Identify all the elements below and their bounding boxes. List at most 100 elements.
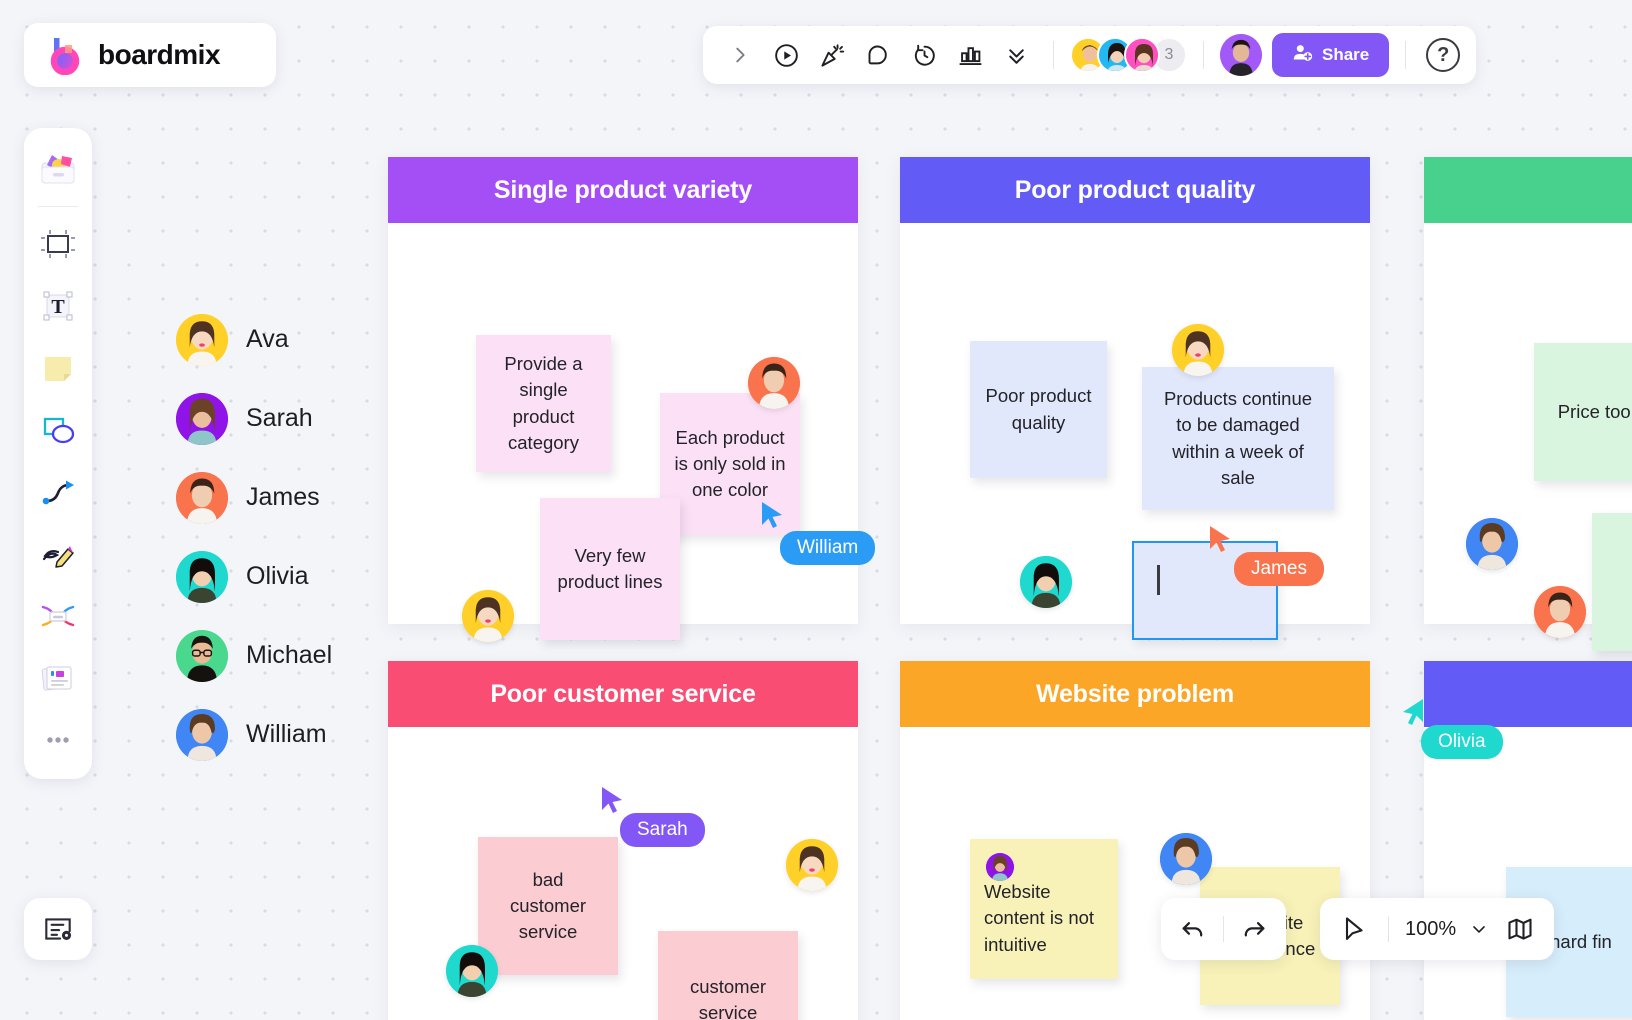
current-user-avatar[interactable] (1220, 34, 1262, 76)
minimap-icon[interactable] (1498, 907, 1542, 951)
board-title (1424, 661, 1632, 727)
note-author-avatar[interactable] (1020, 556, 1072, 608)
shapes-tool[interactable] (32, 401, 84, 459)
board-body[interactable]: bad customer service customer service (388, 727, 858, 1020)
more-tools-icon[interactable] (995, 34, 1037, 76)
help-icon[interactable]: ? (1426, 38, 1461, 72)
board-body[interactable]: Website content is not intuitive Website… (900, 727, 1370, 1020)
board-body[interactable]: Price too hi (1424, 223, 1632, 651)
sticky-note[interactable]: Poor product quality (970, 341, 1107, 478)
note-author-avatar[interactable] (1172, 324, 1224, 376)
user-name: Sarah (246, 404, 313, 432)
avatar (176, 708, 228, 761)
note-author-avatar[interactable] (446, 945, 498, 997)
list-item[interactable]: Michael (176, 616, 332, 695)
note-author-avatar[interactable] (1534, 586, 1586, 638)
list-item[interactable]: William (176, 695, 332, 774)
toolbar-divider (1223, 916, 1224, 942)
list-item[interactable]: Sarah (176, 379, 332, 458)
undo-redo-toolbar (1161, 898, 1286, 960)
toolbar-divider-3 (1405, 41, 1407, 69)
share-button[interactable]: Share (1272, 33, 1390, 77)
mindmap-tool[interactable] (32, 587, 84, 645)
text-tool[interactable]: T (32, 277, 84, 335)
cursor-arrow-icon (1403, 699, 1423, 725)
sticky-note[interactable]: bad customer service (478, 837, 618, 975)
cursor-arrow-icon (762, 502, 782, 528)
cursor-arrow-icon (602, 787, 622, 813)
text-cursor (1157, 565, 1160, 595)
left-toolbar: T (24, 128, 92, 779)
toolbar-divider-2 (1203, 41, 1204, 69)
board-title: Poor customer service (388, 661, 858, 727)
board-title: Website problem (900, 661, 1370, 727)
avatar (176, 471, 228, 524)
note-author-avatar[interactable] (786, 839, 838, 891)
board-outline-button[interactable] (24, 898, 92, 960)
note-text: customer service (689, 975, 767, 1020)
list-item[interactable]: Olivia (176, 537, 332, 616)
app-logo[interactable]: boardmix (24, 23, 276, 87)
avatar (176, 550, 228, 603)
note-text: bad customer service (509, 868, 587, 943)
share-person-icon (1292, 42, 1313, 68)
sticky-note[interactable] (1592, 513, 1632, 651)
avatar[interactable] (1124, 37, 1160, 73)
note-author-avatar[interactable] (1466, 518, 1518, 570)
more-tool[interactable] (32, 711, 84, 769)
toolbar-divider (1053, 41, 1054, 69)
card-tool[interactable] (32, 649, 84, 707)
board-body[interactable]: hard fin (1424, 727, 1632, 1020)
sticky-note[interactable]: Products continue to be damaged within a… (1142, 367, 1334, 510)
board-website-problem[interactable]: Website problem Website content is not i… (900, 661, 1370, 1020)
connector-tool[interactable] (32, 463, 84, 521)
sticky-note[interactable]: Price too hi (1534, 343, 1632, 481)
toolbar-divider (1388, 916, 1389, 942)
note-text: Very few product lines (557, 544, 663, 592)
note-author-avatar[interactable] (462, 590, 514, 642)
note-text: Each product is only sold in one color (674, 426, 786, 501)
toolbar-divider (38, 206, 78, 207)
note-text: Poor product quality (985, 385, 1092, 433)
note-author-badge (986, 853, 1014, 881)
cursor-label: Sarah (620, 813, 705, 847)
note-text: Website content is not intuitive (984, 881, 1095, 955)
vote-icon[interactable] (949, 34, 991, 76)
frame-tool[interactable] (32, 215, 84, 273)
sticky-note[interactable]: customer service (658, 931, 798, 1020)
user-list: Ava Sarah James Olivia Michael William (176, 300, 332, 774)
logo-text: boardmix (98, 39, 221, 70)
select-tool-icon[interactable] (1332, 907, 1376, 951)
timer-icon[interactable] (903, 34, 945, 76)
board-product-price[interactable]: Prod Price too hi (1424, 157, 1632, 651)
pen-tool[interactable] (32, 525, 84, 583)
undo-icon[interactable] (1171, 907, 1215, 951)
note-text: Products continue to be damaged within a… (1163, 387, 1313, 488)
boardmix-logo-icon (46, 35, 86, 76)
expand-chevron-icon[interactable] (719, 34, 761, 76)
sticky-note[interactable]: Very few product lines (540, 498, 680, 640)
board-sixth[interactable]: hard fin (1424, 661, 1632, 1020)
list-item[interactable]: James (176, 458, 332, 537)
comment-icon[interactable] (857, 34, 899, 76)
chevron-down-icon[interactable] (1464, 907, 1494, 951)
presentation-play-icon[interactable] (765, 34, 807, 76)
sticky-note-tool[interactable] (32, 339, 84, 397)
cursor-arrow-icon (1210, 526, 1230, 552)
sticky-note[interactable]: Provide a single product category (476, 335, 611, 472)
collaborator-avatars[interactable]: 3 (1070, 37, 1187, 73)
note-author-avatar[interactable] (1160, 833, 1212, 885)
user-name: Olivia (246, 562, 309, 590)
zoom-level[interactable]: 100% (1401, 918, 1460, 941)
note-author-avatar[interactable] (748, 357, 800, 409)
sticky-note[interactable]: Website content is not intuitive (970, 839, 1118, 979)
avatar (176, 629, 228, 682)
celebrate-icon[interactable] (811, 34, 853, 76)
user-name: James (246, 483, 320, 511)
list-item[interactable]: Ava (176, 300, 332, 379)
user-name: Ava (246, 325, 289, 353)
templates-tool[interactable] (32, 140, 84, 198)
board-body[interactable]: Provide a single product category Each p… (388, 223, 858, 642)
share-label: Share (1322, 45, 1370, 64)
redo-icon[interactable] (1232, 907, 1276, 951)
